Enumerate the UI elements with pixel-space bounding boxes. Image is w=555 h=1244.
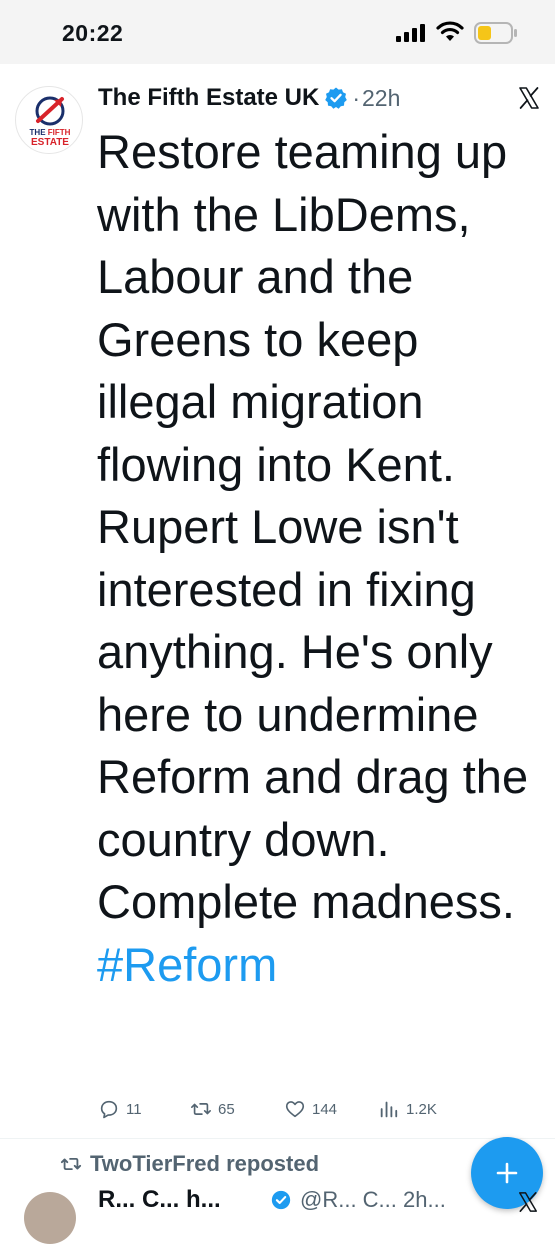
views-count: 1.2K bbox=[406, 1100, 437, 1118]
tweet-card[interactable]: THE FIFTH ESTATE The Fifth Estate UK · 2… bbox=[0, 64, 555, 1209]
repost-context: TwoTierFred reposted bbox=[60, 1151, 319, 1177]
signal-icon bbox=[396, 24, 425, 42]
tweet-text: Restore teaming up with the LibDems, Lab… bbox=[97, 121, 547, 996]
reply-count: 11 bbox=[126, 1100, 142, 1118]
reply-icon bbox=[100, 1100, 118, 1119]
avatar[interactable]: THE FIFTH ESTATE bbox=[15, 86, 83, 154]
like-button[interactable]: 144 bbox=[284, 1094, 337, 1124]
hashtag-link[interactable]: #Reform bbox=[97, 938, 277, 991]
author-name[interactable]: The Fifth Estate UK bbox=[98, 84, 319, 112]
x-logo-icon bbox=[519, 1192, 537, 1212]
svg-text:ESTATE: ESTATE bbox=[31, 137, 69, 148]
reply-button[interactable]: 11 bbox=[98, 1094, 142, 1124]
status-time: 20:22 bbox=[62, 20, 124, 46]
tweet-actions: 11 65 144 1.2K bbox=[0, 1094, 555, 1124]
repost-count: 65 bbox=[218, 1100, 235, 1118]
fifth-estate-logo-icon: THE FIFTH ESTATE bbox=[30, 96, 71, 148]
views-icon bbox=[380, 1101, 398, 1118]
author-name[interactable]: R... C... h... bbox=[98, 1186, 221, 1214]
tweet-time[interactable]: 22h bbox=[362, 85, 400, 112]
verified-badge-icon bbox=[271, 1190, 291, 1210]
author-handle: @R... C... 2h... bbox=[300, 1187, 446, 1212]
repost-icon bbox=[191, 1103, 211, 1115]
repost-button[interactable]: 65 bbox=[190, 1094, 235, 1124]
status-bar: 20:22 bbox=[0, 0, 555, 64]
reposted-by-label[interactable]: TwoTierFred reposted bbox=[90, 1151, 319, 1177]
heart-icon bbox=[285, 1101, 305, 1118]
views-button[interactable]: 1.2K bbox=[378, 1094, 437, 1124]
wifi-icon bbox=[436, 21, 464, 41]
next-tweet-card[interactable]: TwoTierFred reposted R... C... h... @R..… bbox=[0, 1139, 555, 1244]
verified-badge-icon bbox=[325, 87, 348, 109]
repost-icon bbox=[60, 1157, 82, 1171]
x-logo-icon bbox=[519, 87, 539, 109]
battery-icon bbox=[474, 22, 517, 44]
tweet-body: Restore teaming up with the LibDems, Lab… bbox=[97, 125, 529, 928]
like-count: 144 bbox=[312, 1100, 338, 1118]
separator-dot: · bbox=[352, 84, 361, 111]
svg-text:THE FIFTH: THE FIFTH bbox=[30, 128, 71, 137]
tweet-header: The Fifth Estate UK · 22h bbox=[98, 80, 400, 116]
